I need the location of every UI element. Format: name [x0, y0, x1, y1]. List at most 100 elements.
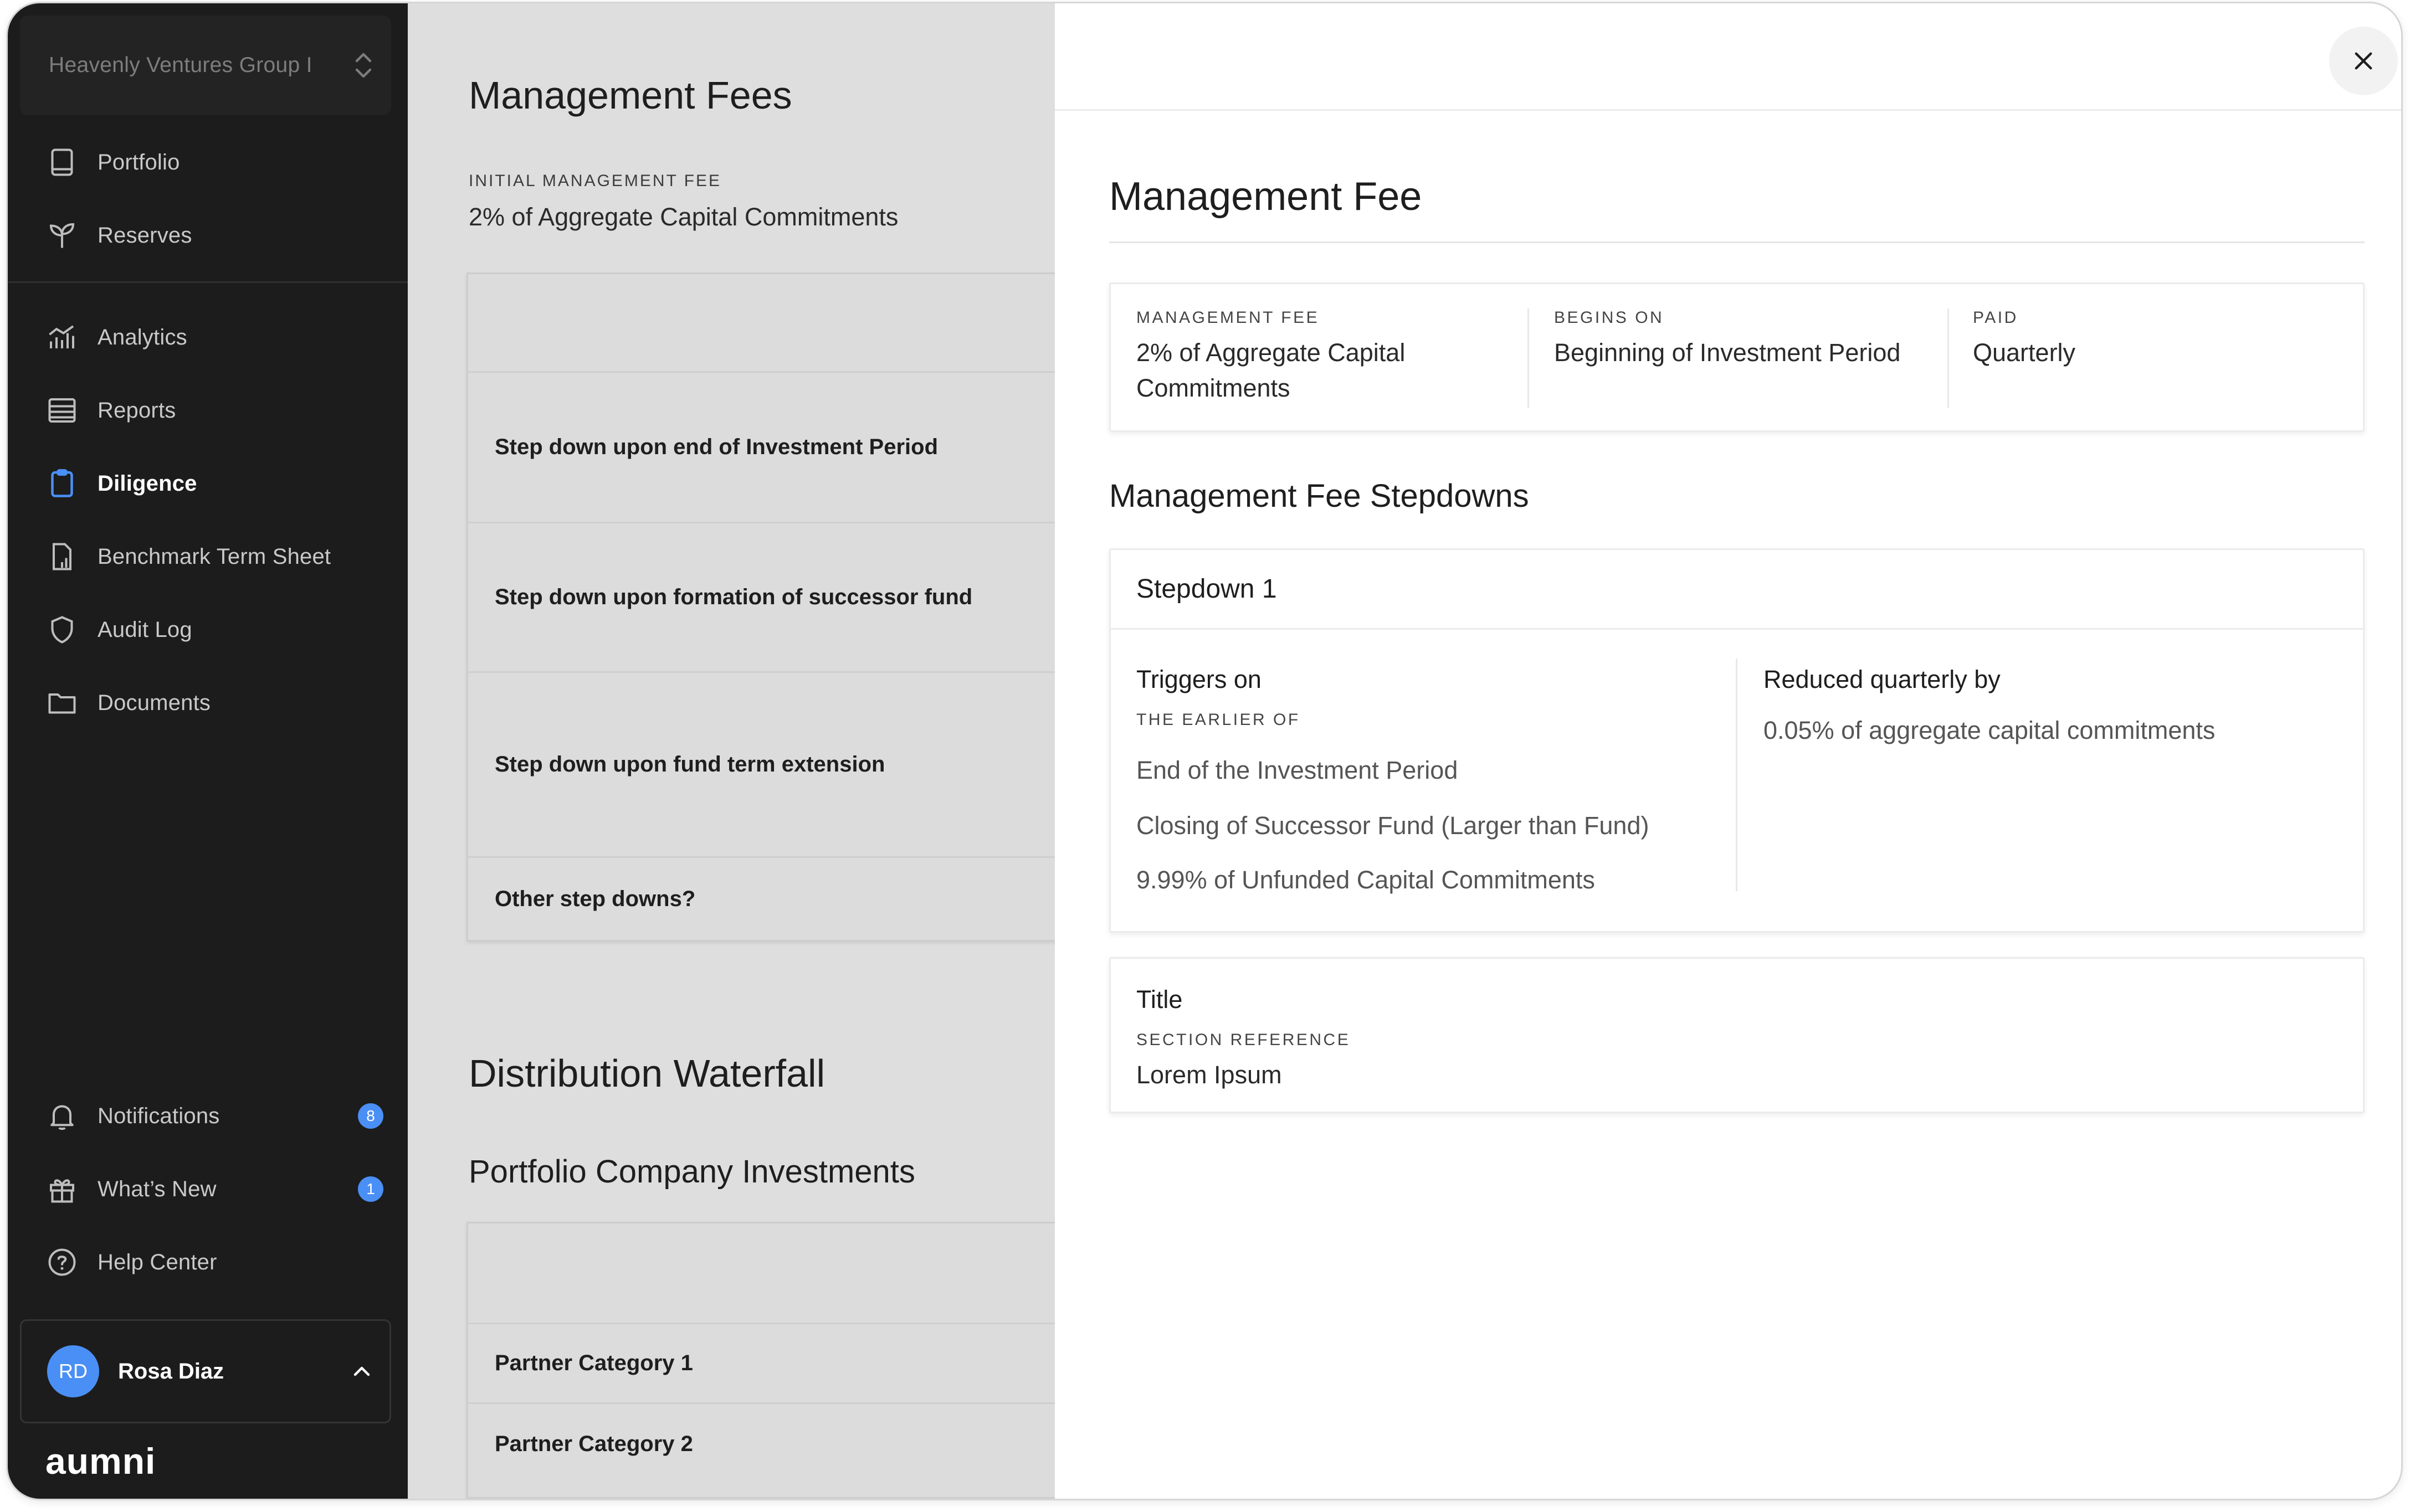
panel-title: Management Fee	[1109, 174, 1422, 219]
partner-table: Partner Category 1 Partner Category 2	[466, 1222, 1059, 1499]
bell-icon	[45, 1099, 79, 1133]
sidebar-item-label: Benchmark Term Sheet	[98, 544, 331, 569]
management-fee-field: MANAGEMENT FEE 2% of Aggregate Capital C…	[1136, 308, 1513, 406]
sidebar: Heavenly Ventures Group I Portfolio Rese…	[8, 3, 408, 1499]
management-fee-value-line: Commitments	[1136, 374, 1290, 402]
stepdown-table: Step down upon end of Investment Period …	[466, 272, 1059, 942]
term-sheet-icon	[45, 540, 79, 573]
sidebar-item-help-center[interactable]: Help Center	[45, 1243, 217, 1282]
notifications-count-badge: 8	[358, 1103, 383, 1129]
app-window: Heavenly Ventures Group I Portfolio Rese…	[8, 3, 2401, 1499]
shield-icon	[45, 613, 79, 646]
chevron-up-down-icon	[355, 53, 372, 78]
paid-value: Quarterly	[1973, 338, 2076, 367]
trigger-item: Closing of Successor Fund (Larger than F…	[1136, 811, 1649, 840]
table-row[interactable]: Partner Category 2	[468, 1404, 1059, 1484]
stepdown-card: Stepdown 1 Triggers on THE EARLIER OF En…	[1109, 548, 2365, 933]
sidebar-divider	[8, 281, 408, 283]
table-row[interactable]: Other step downs?	[468, 858, 1059, 940]
table-row[interactable]: Step down upon formation of successor fu…	[468, 523, 1059, 673]
sidebar-item-label: Notifications	[98, 1103, 220, 1128]
reports-icon	[45, 394, 79, 427]
row-label: Other step downs?	[495, 886, 696, 911]
chevron-up-icon	[353, 1366, 370, 1376]
management-fee-value-line: 2% of Aggregate Capital	[1136, 338, 1406, 367]
column-divider	[1947, 308, 1949, 408]
sidebar-item-reserves[interactable]: Reserves	[45, 216, 192, 255]
management-fee-label: MANAGEMENT FEE	[1136, 308, 1320, 327]
panel-header	[1055, 3, 2401, 111]
begins-on-value: Beginning of Investment Period	[1554, 338, 1901, 367]
reduced-title: Reduced quarterly by	[1763, 665, 2001, 693]
sidebar-item-benchmark-term-sheet[interactable]: Benchmark Term Sheet	[45, 537, 331, 576]
sidebar-item-documents[interactable]: Documents	[45, 683, 211, 722]
book-icon	[45, 146, 79, 179]
stepdown-title: Stepdown 1	[1136, 574, 1277, 604]
sidebar-item-portfolio[interactable]: Portfolio	[45, 143, 180, 182]
sidebar-item-notifications[interactable]: Notifications	[45, 1097, 219, 1135]
sidebar-item-label: What’s New	[98, 1176, 217, 1201]
row-label: Step down upon fund term extension	[495, 752, 885, 776]
section-reference-card: Title SECTION REFERENCE Lorem Ipsum	[1109, 957, 2365, 1113]
sidebar-item-label: Reports	[98, 398, 176, 423]
table-row[interactable]: Step down upon end of Investment Period	[468, 373, 1059, 523]
sidebar-item-audit-log[interactable]: Audit Log	[45, 610, 192, 649]
paid-label: PAID	[1973, 308, 2018, 327]
triggers-title: Triggers on	[1136, 665, 1262, 693]
reference-label: SECTION REFERENCE	[1136, 1031, 1351, 1049]
management-fee-panel: Management Fee MANAGEMENT FEE 2% of Aggr…	[1055, 3, 2401, 1499]
triggers-label: THE EARLIER OF	[1136, 711, 1300, 729]
reference-title: Title	[1136, 985, 1183, 1014]
begins-on-label: BEGINS ON	[1554, 308, 1664, 327]
panel-divider	[1109, 241, 2365, 243]
page-title: Management Fees	[469, 74, 792, 117]
row-label: Step down upon end of Investment Period	[495, 435, 939, 459]
sidebar-item-label: Reserves	[98, 223, 192, 248]
initial-fee-value: 2% of Aggregate Capital Commitments	[469, 203, 899, 231]
row-label: Partner Category 2	[495, 1431, 693, 1456]
table-row[interactable]: Partner Category 1	[468, 1324, 1059, 1404]
trigger-item: 9.99% of Unfunded Capital Commitments	[1136, 866, 1595, 894]
reference-value: Lorem Ipsum	[1136, 1061, 1282, 1089]
stepdown-card-header: Stepdown 1	[1111, 550, 2363, 630]
section-title-waterfall: Distribution Waterfall	[469, 1052, 825, 1095]
sidebar-item-label: Portfolio	[98, 150, 180, 174]
stepdowns-title: Management Fee Stepdowns	[1109, 478, 1529, 514]
table-header-row	[468, 274, 1059, 373]
help-circle-icon	[45, 1246, 79, 1279]
folder-icon	[45, 686, 79, 719]
reduced-value: 0.05% of aggregate capital commitments	[1763, 716, 2216, 744]
sidebar-item-label: Diligence	[98, 471, 197, 496]
sidebar-item-whats-new[interactable]: What’s New	[45, 1170, 217, 1208]
table-header-row	[468, 1223, 1059, 1324]
fee-summary-card: MANAGEMENT FEE 2% of Aggregate Capital C…	[1109, 282, 2365, 432]
user-menu[interactable]: RD Rosa Diaz	[20, 1319, 391, 1423]
sidebar-item-label: Help Center	[98, 1249, 217, 1274]
initial-fee-label: INITIAL MANAGEMENT FEE	[469, 172, 722, 190]
gift-icon	[45, 1172, 79, 1206]
avatar: RD	[47, 1345, 99, 1397]
clipboard-icon	[45, 467, 79, 500]
table-row[interactable]: Step down upon fund term extension	[468, 673, 1059, 858]
close-button[interactable]	[2329, 27, 2398, 95]
sidebar-item-label: Documents	[98, 690, 211, 715]
whats-new-count-badge: 1	[358, 1176, 383, 1202]
row-label: Partner Category 1	[495, 1351, 693, 1375]
sidebar-item-label: Analytics	[98, 325, 187, 349]
sidebar-item-reports[interactable]: Reports	[45, 391, 176, 430]
close-icon	[2355, 52, 2372, 70]
trigger-item: End of the Investment Period	[1136, 756, 1458, 784]
org-selector[interactable]: Heavenly Ventures Group I	[20, 16, 391, 115]
column-divider	[1736, 659, 1737, 891]
main-content: Management Fees INITIAL MANAGEMENT FEE 2…	[408, 3, 1059, 1499]
aumni-logo: aumni	[45, 1441, 156, 1482]
analytics-icon	[45, 321, 79, 354]
user-name: Rosa Diaz	[118, 1359, 224, 1384]
column-divider	[1527, 308, 1529, 408]
paid-field: PAID Quarterly	[1973, 308, 2305, 371]
row-label: Step down upon formation of successor fu…	[495, 585, 973, 609]
begins-on-field: BEGINS ON Beginning of Investment Period	[1554, 308, 1942, 371]
sidebar-item-analytics[interactable]: Analytics	[45, 318, 187, 357]
sidebar-item-diligence[interactable]: Diligence	[45, 464, 197, 503]
section-title-investments: Portfolio Company Investments	[469, 1154, 915, 1190]
